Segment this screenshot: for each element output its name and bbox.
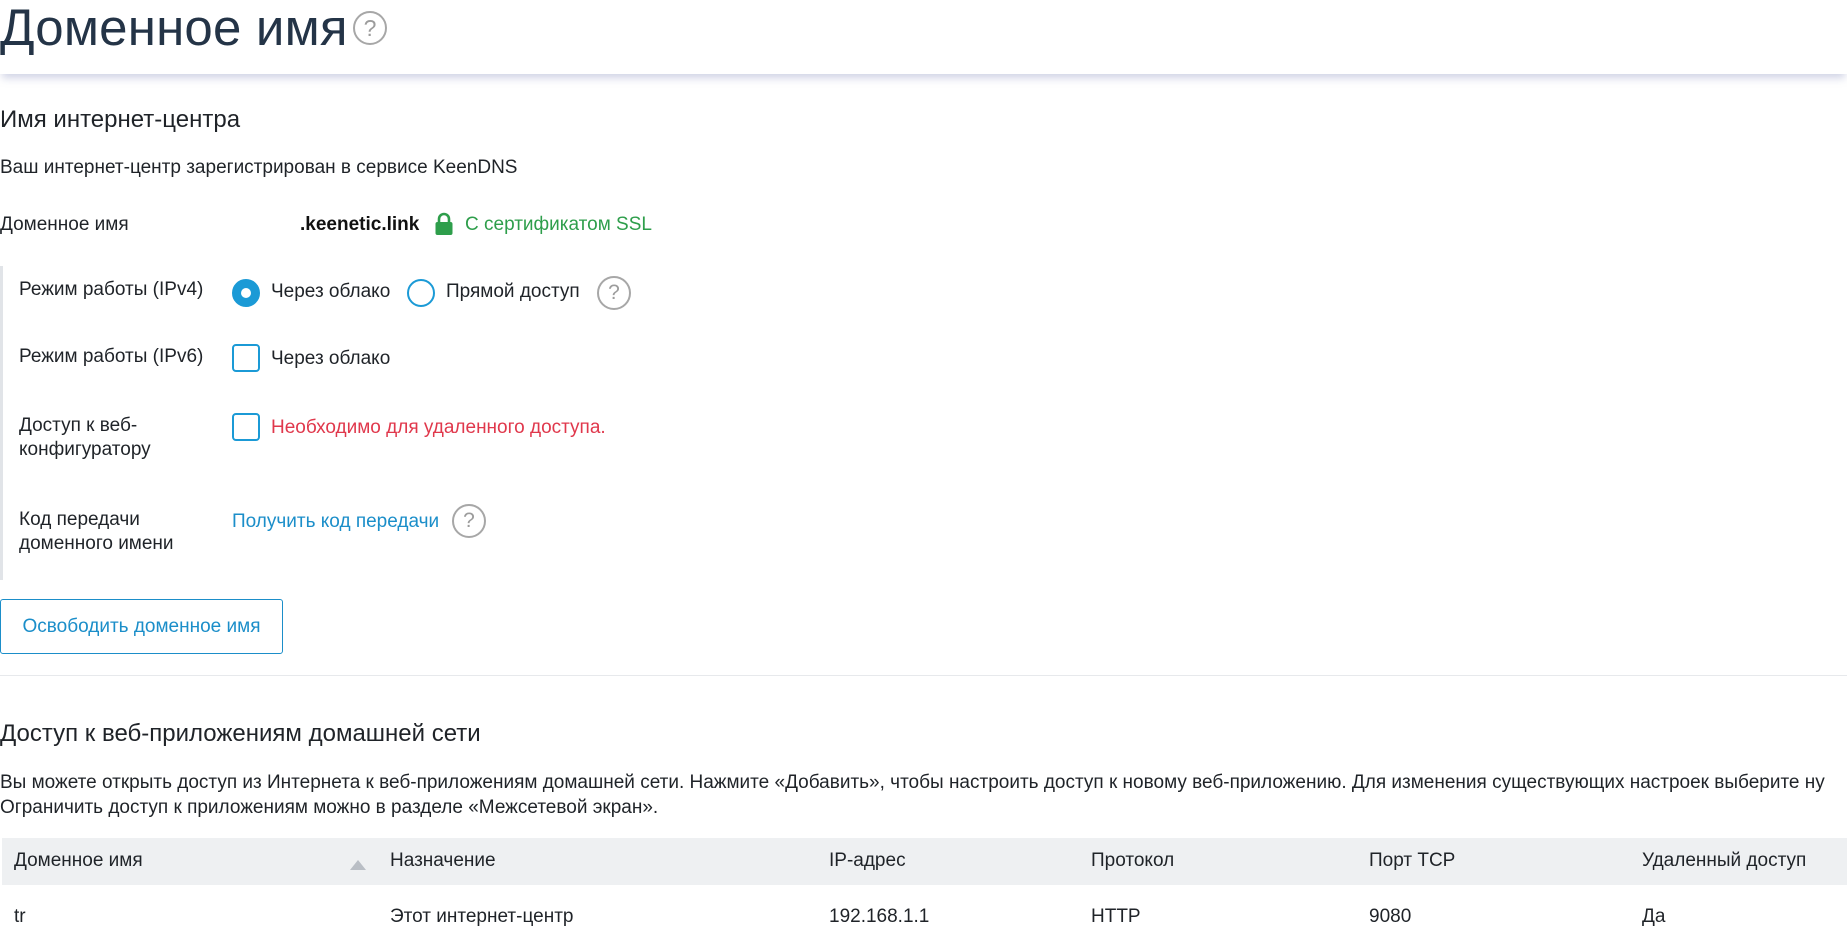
section-divider bbox=[0, 675, 1847, 676]
help-icon[interactable]: ? bbox=[597, 276, 631, 310]
column-header-domain[interactable]: Доменное имя bbox=[14, 850, 143, 872]
ipv6-cloud-checkbox[interactable] bbox=[232, 344, 260, 372]
web-apps-description: Вы можете открыть доступ из Интернета к … bbox=[0, 770, 1847, 820]
column-header-tcp-port[interactable]: Порт TCP bbox=[1369, 850, 1455, 872]
mode-ipv6-label: Режим работы (IPv6) bbox=[19, 346, 204, 367]
web-apps-description-line2: Ограничить доступ к приложениям можно в … bbox=[0, 797, 659, 818]
domain-name-value: .keenetic.link bbox=[300, 214, 420, 235]
radio-direct-access[interactable] bbox=[407, 279, 435, 307]
help-icon[interactable]: ? bbox=[353, 11, 387, 45]
page-header: Доменное имя ? bbox=[0, 0, 1847, 74]
column-header-remote-access[interactable]: Удаленный доступ bbox=[1642, 850, 1806, 872]
section-title-center-name: Имя интернет-центра bbox=[0, 106, 241, 133]
web-config-warning: Необходимо для удаленного доступа. bbox=[271, 417, 606, 438]
web-config-checkbox[interactable] bbox=[232, 413, 260, 441]
registration-description: Ваш интернет-центр зарегистрирован в сер… bbox=[0, 157, 518, 178]
ssl-status: С сертификатом SSL bbox=[465, 214, 652, 235]
release-domain-button[interactable]: Освободить доменное имя bbox=[0, 599, 283, 654]
column-header-protocol[interactable]: Протокол bbox=[1091, 850, 1174, 872]
web-config-label-line2: конфигуратору bbox=[19, 439, 151, 460]
mode-ipv4-label: Режим работы (IPv4) bbox=[19, 279, 204, 300]
cell-tcp-port: 9080 bbox=[1369, 906, 1412, 927]
column-header-ip[interactable]: IP-адрес bbox=[829, 850, 906, 872]
lock-icon bbox=[435, 212, 453, 235]
cell-domain: tr bbox=[14, 906, 26, 927]
transfer-code-label-line2: доменного имени bbox=[19, 533, 174, 554]
column-header-purpose[interactable]: Назначение bbox=[390, 850, 496, 872]
radio-via-cloud[interactable] bbox=[232, 279, 260, 307]
section-title-web-apps: Доступ к веб-приложениям домашней сети bbox=[0, 720, 481, 747]
get-transfer-code-link[interactable]: Получить код передачи bbox=[232, 511, 439, 533]
web-config-label-line1: Доступ к веб- bbox=[19, 415, 138, 436]
domain-name-label: Доменное имя bbox=[0, 214, 129, 235]
page-title: Доменное имя bbox=[0, 0, 348, 56]
transfer-code-label-line1: Код передачи bbox=[19, 509, 140, 530]
sort-ascending-icon[interactable] bbox=[350, 860, 366, 870]
cell-purpose: Этот интернет-центр bbox=[390, 906, 574, 927]
keendns-settings: Режим работы (IPv4) Через облако Прямой … bbox=[0, 266, 903, 580]
table-header: Доменное имя Назначение IP-адрес Протоко… bbox=[2, 838, 1847, 885]
cell-ip: 192.168.1.1 bbox=[829, 906, 930, 927]
cell-remote-access: Да bbox=[1642, 906, 1666, 927]
radio-direct-access-label[interactable]: Прямой доступ bbox=[446, 281, 580, 303]
web-apps-description-line1: Вы можете открыть доступ из Интернета к … bbox=[0, 772, 1825, 793]
help-icon[interactable]: ? bbox=[452, 504, 486, 538]
cell-protocol: HTTP bbox=[1091, 906, 1141, 927]
radio-via-cloud-label[interactable]: Через облако bbox=[271, 281, 390, 303]
ipv6-cloud-label[interactable]: Через облако bbox=[271, 348, 390, 370]
